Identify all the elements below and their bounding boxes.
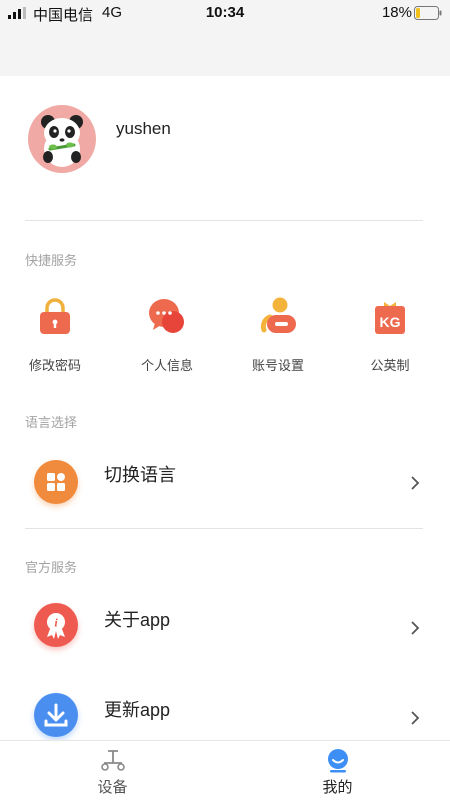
switch-language-label: 切换语言 xyxy=(104,465,176,485)
quick-item-label: 账号设置 xyxy=(251,358,304,373)
profile-section[interactable]: yushen xyxy=(0,76,450,221)
chevron-right-icon xyxy=(411,476,420,490)
bottom-tab-bar: 设备 我的 xyxy=(0,740,450,800)
quick-services-grid: 修改密码 个人信息 账号设置 KG 公英制 xyxy=(0,290,450,380)
download-icon xyxy=(34,693,78,737)
users-icon xyxy=(260,297,296,333)
info-badge-icon: i xyxy=(34,603,78,647)
tab-device[interactable]: 设备 xyxy=(0,741,225,800)
quick-item-personal-info[interactable]: 个人信息 xyxy=(117,290,217,380)
about-app-row[interactable]: i 关于app xyxy=(0,590,450,660)
profile-smile-icon xyxy=(328,749,348,773)
header-band xyxy=(0,26,450,76)
quick-item-label: 公英制 xyxy=(370,358,410,373)
username[interactable]: yushen xyxy=(116,119,171,139)
apps-grid-icon xyxy=(34,460,78,504)
battery-icon xyxy=(414,6,442,20)
chat-bubbles-icon xyxy=(149,299,184,333)
tab-label: 我的 xyxy=(322,779,353,796)
battery-percent: 18% xyxy=(381,4,412,21)
device-icon xyxy=(101,750,125,771)
update-app-label: 更新app xyxy=(104,700,171,720)
section-title-quick-services: 快捷服务 xyxy=(25,253,78,268)
divider xyxy=(25,528,423,529)
quick-item-account-settings[interactable]: 账号设置 xyxy=(228,290,328,380)
svg-text:KG: KG xyxy=(380,314,401,330)
section-title-language: 语言选择 xyxy=(25,415,78,430)
quick-item-label: 修改密码 xyxy=(28,358,81,373)
quick-item-change-password[interactable]: 修改密码 xyxy=(5,290,105,380)
status-bar: 中国电信 4G 10:34 18% xyxy=(0,0,450,26)
quick-item-unit-system[interactable]: KG 公英制 xyxy=(340,290,440,380)
chevron-right-icon xyxy=(411,711,420,725)
chevron-right-icon xyxy=(411,621,420,635)
about-app-label: 关于app xyxy=(104,610,171,630)
tab-mine[interactable]: 我的 xyxy=(225,741,450,800)
lock-icon xyxy=(40,298,70,334)
section-title-official-services: 官方服务 xyxy=(25,560,78,575)
avatar[interactable] xyxy=(28,105,96,173)
panda-avatar-icon xyxy=(41,115,83,167)
tab-label: 设备 xyxy=(97,779,128,796)
kg-gift-icon: KG xyxy=(375,302,405,334)
divider xyxy=(25,220,423,221)
switch-language-row[interactable]: 切换语言 xyxy=(0,447,450,517)
quick-item-label: 个人信息 xyxy=(140,358,193,373)
